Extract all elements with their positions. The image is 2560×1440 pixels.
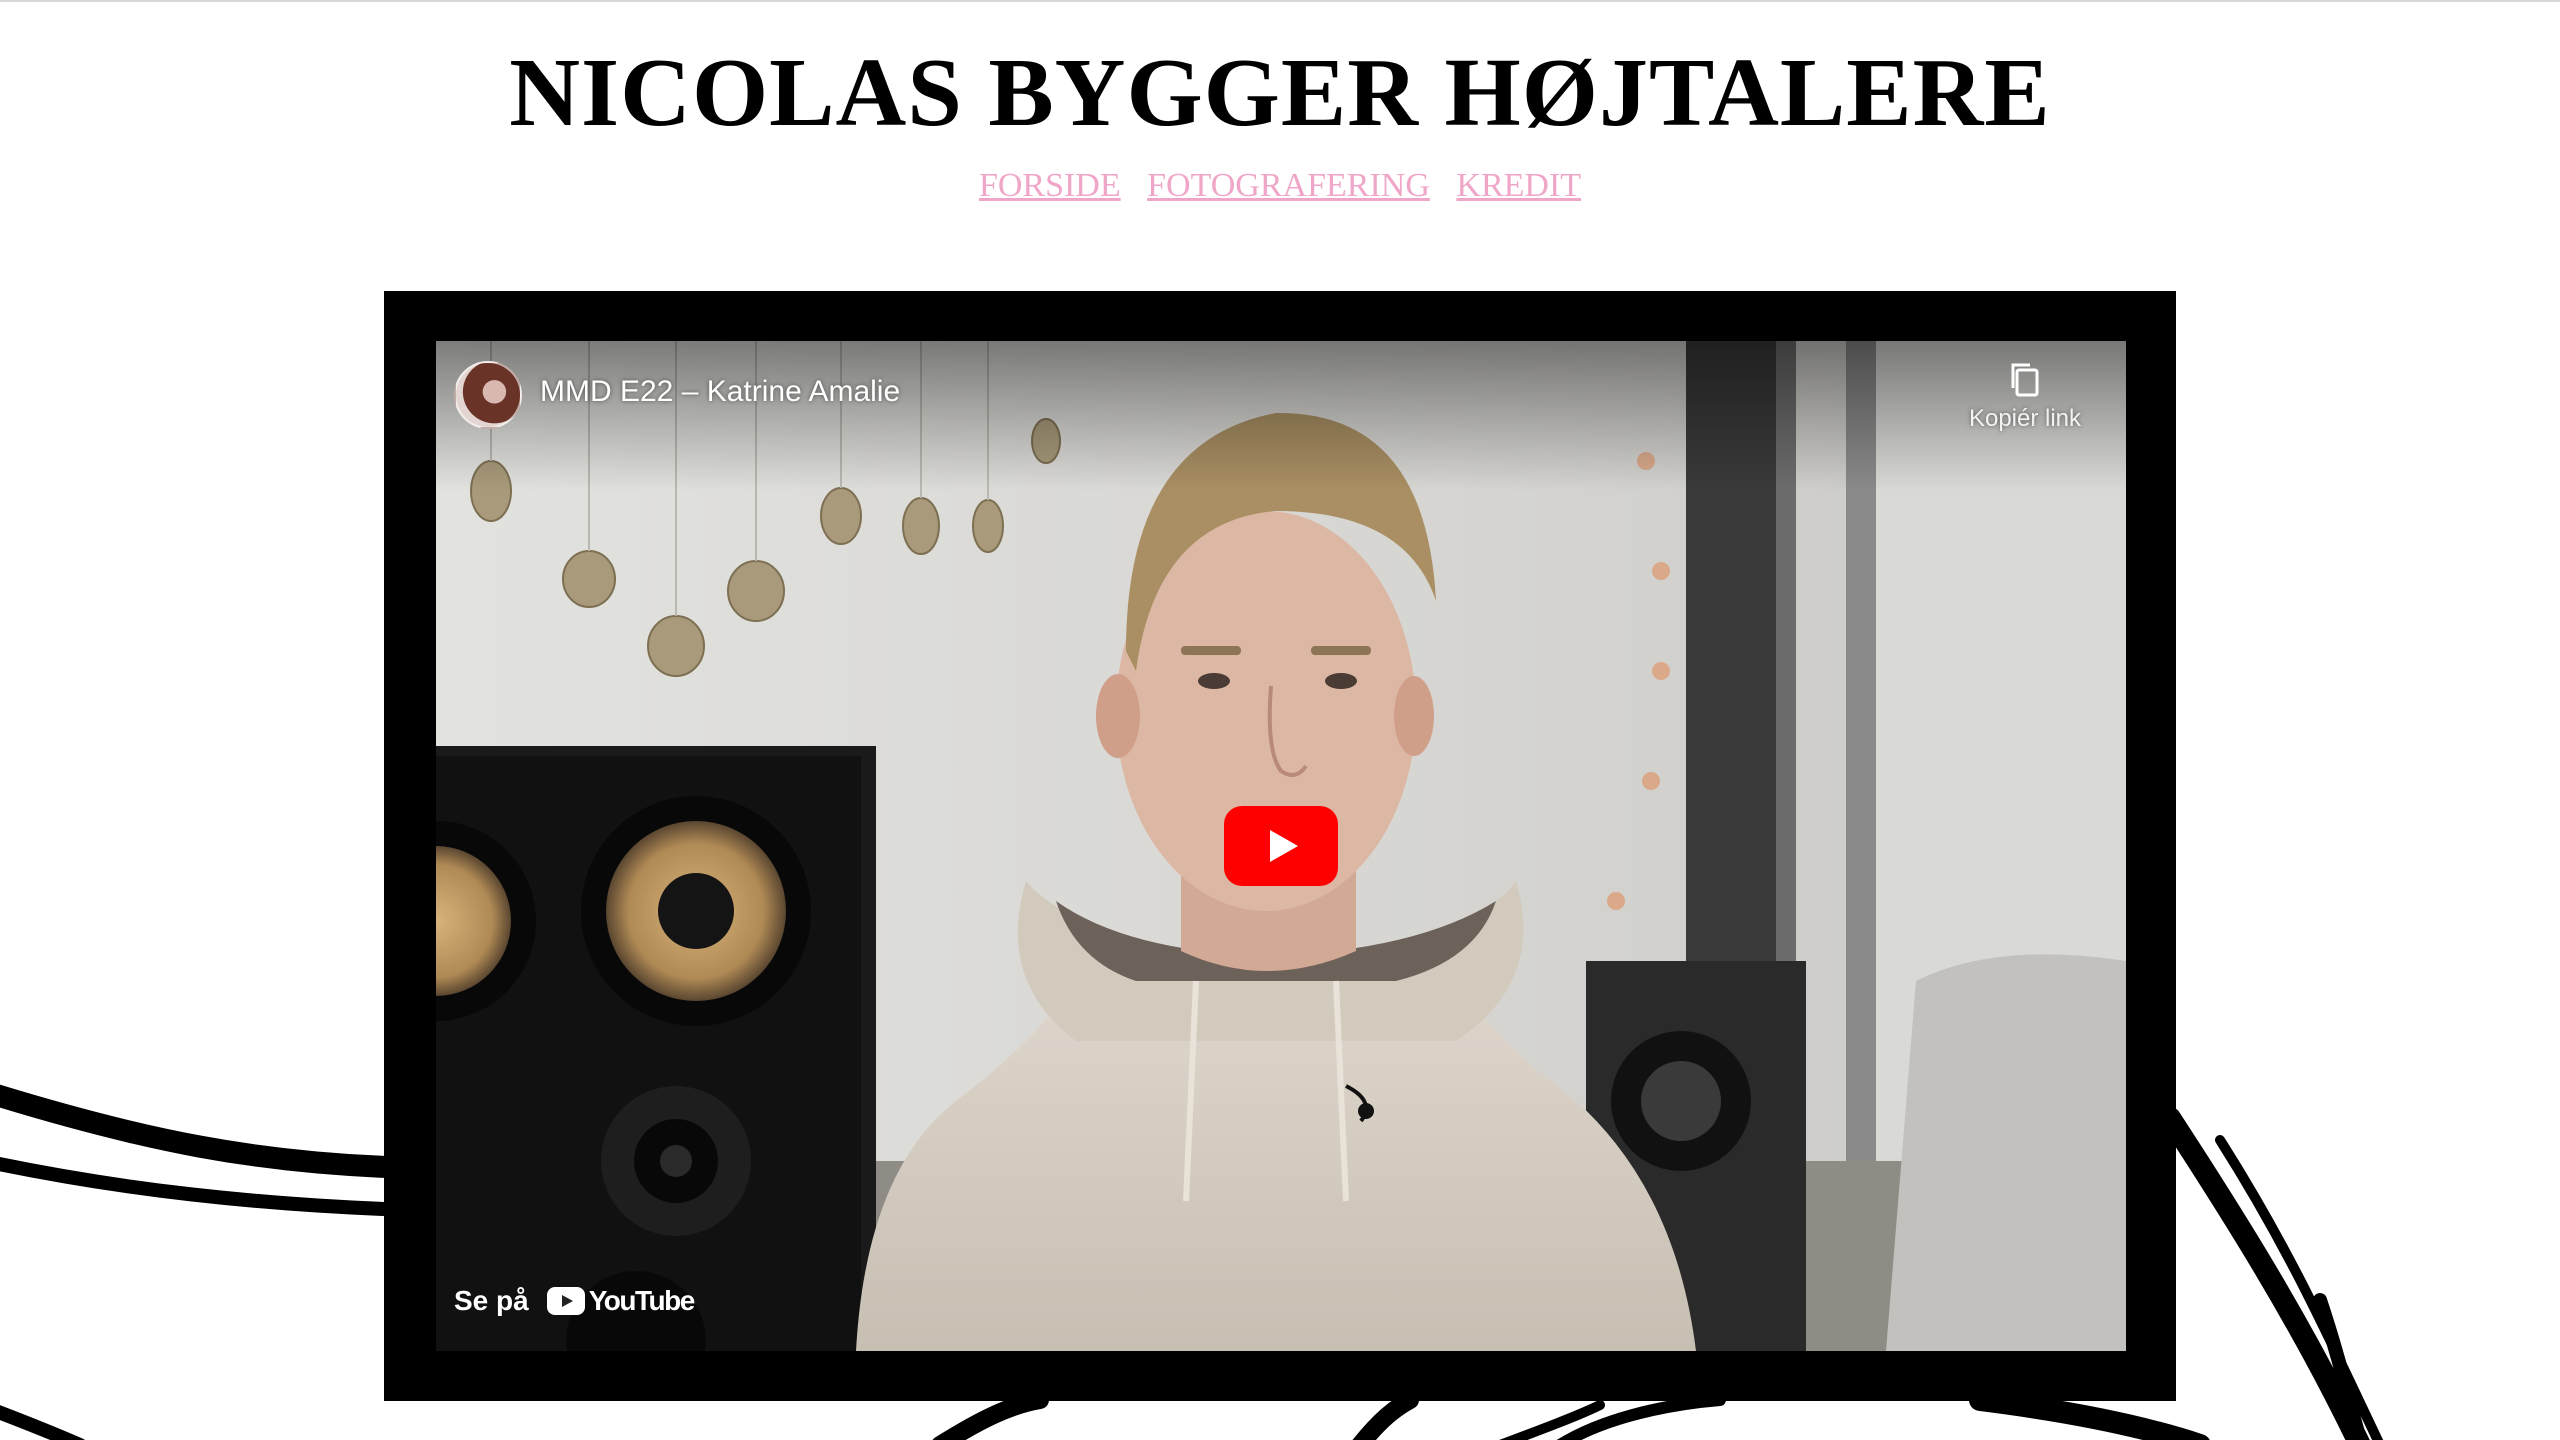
watch-on-label: Se på — [454, 1285, 529, 1316]
copy-icon — [2011, 363, 2039, 397]
channel-avatar[interactable] — [454, 361, 522, 429]
youtube-logo: YouTube — [546, 1285, 696, 1317]
nav-link-forside[interactable]: FORSIDE — [979, 167, 1121, 204]
nav-link-kredit[interactable]: KREDIT — [1456, 167, 1581, 204]
copy-link-label: Kopiér link — [1968, 405, 2082, 432]
main-navigation: FORSIDE FOTOGRAFERING KREDIT — [0, 164, 2560, 208]
play-button[interactable] — [1224, 806, 1338, 886]
watch-on-youtube-link[interactable]: Se på YouTube — [454, 1281, 696, 1321]
site-title: NICOLAS BYGGER HØJTALERE — [509, 39, 2051, 147]
video-top-gradient — [436, 341, 2126, 491]
youtube-logo-icon — [546, 1287, 585, 1315]
video-frame: MMD E22 – Katrine Amalie Kopiér link Se … — [384, 291, 2176, 1401]
youtube-wordmark: YouTube — [588, 1285, 696, 1316]
video-player[interactable]: MMD E22 – Katrine Amalie Kopiér link Se … — [436, 341, 2126, 1351]
copy-link-button[interactable]: Kopiér link — [1960, 361, 2090, 433]
video-title[interactable]: MMD E22 – Katrine Amalie — [540, 375, 900, 409]
nav-link-fotografering[interactable]: FOTOGRAFERING — [1147, 167, 1430, 204]
